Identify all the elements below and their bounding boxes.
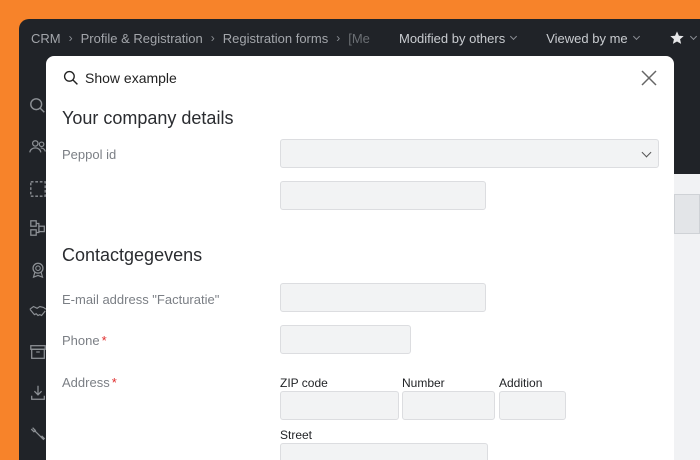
badge-icon[interactable]	[29, 261, 47, 279]
background-panel-element	[674, 194, 700, 234]
peppol-id-secondary-input[interactable]	[280, 181, 486, 210]
modal-header: Show example	[46, 56, 674, 102]
search-icon	[63, 70, 78, 85]
chevron-down-icon	[641, 147, 652, 158]
breadcrumb-item-crm[interactable]: CRM	[31, 31, 61, 46]
breadcrumb-item-registration-forms[interactable]: Registration forms	[223, 31, 328, 46]
addition-input[interactable]	[499, 391, 566, 420]
address-label-text: Address	[62, 375, 110, 390]
breadcrumb-separator: ›	[336, 31, 341, 45]
download-icon[interactable]	[29, 384, 47, 402]
zip-code-label: ZIP code	[280, 376, 328, 390]
users-icon[interactable]	[29, 138, 47, 156]
required-marker: *	[101, 333, 107, 348]
viewed-by-me-filter[interactable]: Viewed by me	[546, 30, 640, 46]
top-bar: CRM › Profile & Registration › Registrat…	[19, 19, 700, 57]
archive-icon[interactable]	[29, 343, 47, 361]
favorites-button[interactable]	[669, 30, 697, 46]
show-example-label: Show example	[85, 70, 177, 86]
required-marker: *	[111, 375, 117, 390]
contact-section-title: Contactgegevens	[62, 245, 203, 265]
email-facturatie-label: E-mail address "Facturatie"	[62, 292, 220, 307]
company-section-title: Your company details	[62, 108, 234, 128]
peppol-id-select[interactable]	[280, 139, 659, 168]
breadcrumb-separator: ›	[210, 31, 215, 45]
viewed-by-me-label: Viewed by me	[546, 30, 628, 46]
search-icon[interactable]	[29, 97, 47, 115]
tools-icon[interactable]	[29, 425, 47, 443]
breadcrumb-item-profile-registration[interactable]: Profile & Registration	[81, 31, 203, 46]
chevron-down-icon	[689, 32, 697, 41]
breadcrumb-separator: ›	[68, 31, 73, 45]
phone-label-text: Phone	[62, 333, 100, 348]
phone-input[interactable]	[280, 325, 411, 354]
peppol-id-label: Peppol id	[62, 147, 117, 162]
modified-by-others-filter[interactable]: Modified by others	[399, 30, 518, 46]
zip-code-input[interactable]	[280, 391, 399, 420]
street-label: Street	[280, 428, 313, 442]
breadcrumb-item-current[interactable]: [Me	[348, 31, 370, 46]
workflow-icon[interactable]	[29, 219, 47, 237]
chevron-down-icon	[510, 32, 518, 41]
chevron-down-icon	[632, 32, 640, 41]
filter-bar: Modified by others Viewed by me	[399, 30, 697, 46]
close-icon	[641, 70, 657, 86]
registration-form-modal: Show example Your company details Peppol…	[46, 56, 674, 460]
close-button[interactable]	[640, 69, 658, 87]
dashed-square-icon[interactable]	[29, 180, 47, 198]
email-facturatie-input[interactable]	[280, 283, 486, 312]
number-label: Number	[402, 376, 445, 390]
addition-label: Addition	[499, 376, 543, 390]
star-icon	[669, 31, 684, 44]
street-input[interactable]	[280, 443, 488, 460]
modified-by-others-label: Modified by others	[399, 30, 506, 46]
phone-label: Phone *	[62, 333, 107, 348]
handshake-icon[interactable]	[29, 302, 47, 320]
address-label: Address *	[62, 375, 117, 390]
number-input[interactable]	[402, 391, 495, 420]
show-example-button[interactable]: Show example	[63, 70, 177, 86]
breadcrumb: CRM › Profile & Registration › Registrat…	[19, 31, 379, 46]
